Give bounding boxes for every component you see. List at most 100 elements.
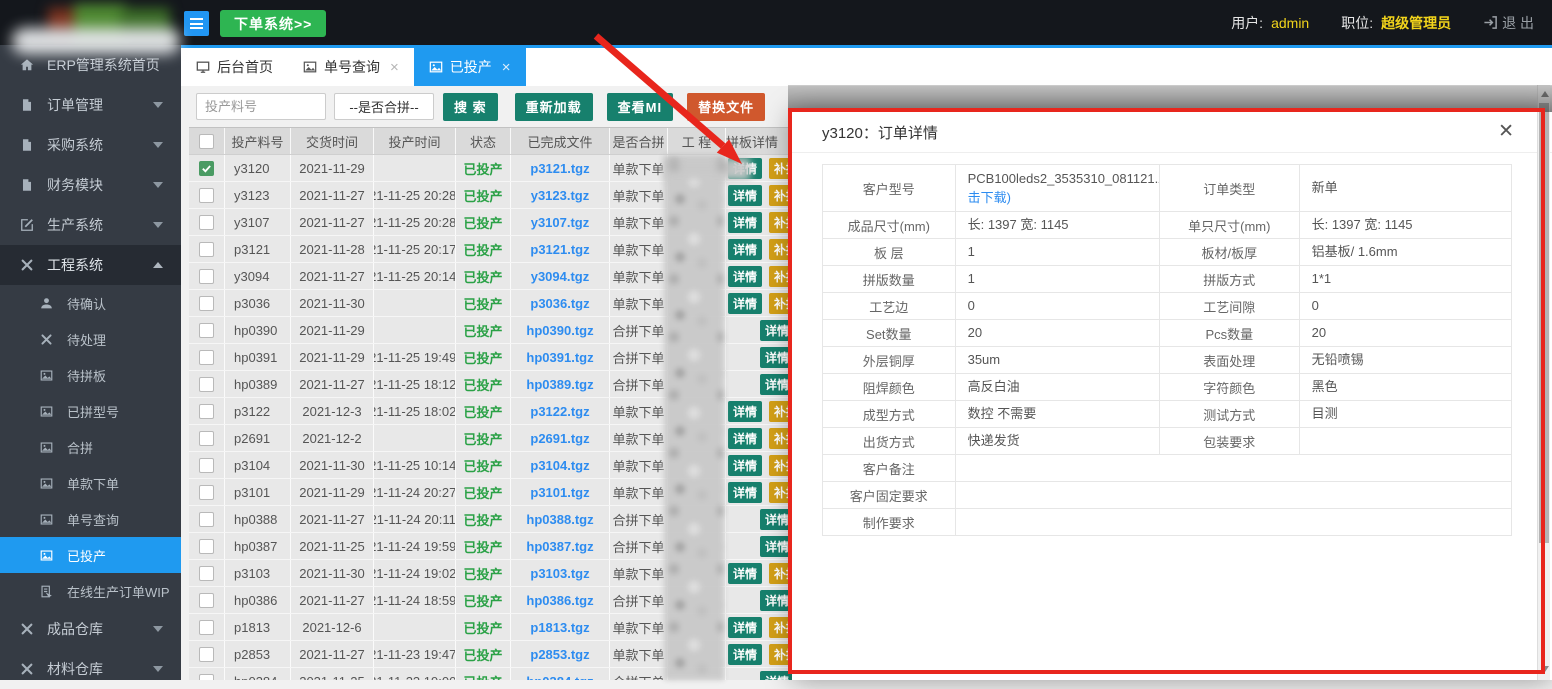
sidebar-item-in-production[interactable]: 已投产 [0, 537, 181, 573]
file-download-link[interactable]: p3101.tgz [530, 485, 589, 500]
file-download-link[interactable]: p3036.tgz [530, 296, 589, 311]
file-download-link[interactable]: y3107.tgz [531, 215, 590, 230]
sidebar-item-combine[interactable]: 合拼 [0, 429, 181, 465]
file-download-link[interactable]: hp0387.tgz [526, 539, 593, 554]
file-download-link[interactable]: p2691.tgz [530, 431, 589, 446]
row-checkbox[interactable] [199, 485, 214, 500]
sidebar-item-product-warehouse[interactable]: 成品仓库 [0, 609, 181, 649]
row-checkbox[interactable] [199, 296, 214, 311]
file-download-link[interactable]: hp0384.tgz [526, 674, 593, 681]
detail-button[interactable]: 详情 [728, 293, 762, 314]
row-checkbox[interactable] [199, 593, 214, 608]
sidebar-item-pending-confirm[interactable]: 待确认 [0, 285, 181, 321]
detail-button[interactable]: 详情 [728, 185, 762, 206]
row-checkbox[interactable] [199, 215, 214, 230]
tab-in-production[interactable]: 已投产× [414, 48, 526, 86]
detail-button[interactable]: 详情 [728, 266, 762, 287]
row-checkbox[interactable] [199, 458, 214, 473]
sidebar-item-erp-home[interactable]: ERP管理系统首页 [0, 45, 181, 85]
tab-order-query[interactable]: 单号查询× [288, 48, 414, 86]
view-mi-button[interactable]: 查看MI [607, 93, 673, 121]
file-download-link[interactable]: hp0390.tgz [526, 323, 593, 338]
menu-toggle-button[interactable] [184, 11, 209, 36]
close-icon[interactable]: ✕ [1498, 122, 1514, 141]
scroll-down-arrow[interactable] [1538, 662, 1551, 676]
vertical-scrollbar[interactable] [1537, 85, 1550, 680]
sidebar-item-production[interactable]: 生产系统 [0, 205, 181, 245]
detail-button[interactable]: 详情 [760, 590, 794, 611]
row-checkbox[interactable] [199, 350, 214, 365]
search-button[interactable]: 搜 索 [443, 93, 498, 121]
table-row: hp03862021-11-272021-11-24 18:59:42已投产hp… [189, 587, 856, 614]
row-checkbox[interactable] [199, 404, 214, 419]
file-download-link[interactable]: p3104.tgz [530, 458, 589, 473]
scrollbar-thumb[interactable] [1539, 103, 1549, 543]
sidebar-item-order-query[interactable]: 单号查询 [0, 501, 181, 537]
sidebar-item-material-warehouse[interactable]: 材料仓库 [0, 649, 181, 689]
tab-home[interactable]: 后台首页 [181, 48, 288, 86]
file-download-link[interactable]: hp0388.tgz [526, 512, 593, 527]
replace-file-button[interactable]: 替换文件 [687, 93, 765, 121]
detail-button[interactable]: 详情 [760, 374, 794, 395]
production-table: 投产料号交货时间投产时间状态已完成文件是否合拼工 程拼板详情y31202021-… [189, 127, 856, 680]
detail-button[interactable]: 详情 [760, 320, 794, 341]
row-checkbox[interactable] [199, 188, 214, 203]
file-download-link[interactable]: y3094.tgz [531, 269, 590, 284]
file-download-link[interactable]: p3122.tgz [530, 404, 589, 419]
download-link[interactable]: (点击下载) [968, 171, 1160, 205]
row-checkbox[interactable] [199, 620, 214, 635]
sidebar-item-order-mgmt[interactable]: 订单管理 [0, 85, 181, 125]
order-system-button[interactable]: 下单系统>> [220, 10, 326, 37]
file-download-link[interactable]: p3103.tgz [530, 566, 589, 581]
row-checkbox[interactable] [199, 647, 214, 662]
sidebar-item-single-order[interactable]: 单款下单 [0, 465, 181, 501]
sidebar-item-purchase[interactable]: 采购系统 [0, 125, 181, 165]
row-checkbox[interactable] [199, 323, 214, 338]
detail-button[interactable]: 详情 [728, 455, 762, 476]
detail-button[interactable]: 详情 [728, 401, 762, 422]
detail-button[interactable]: 详情 [728, 617, 762, 638]
file-download-link[interactable]: p2853.tgz [530, 647, 589, 662]
detail-button[interactable]: 详情 [760, 509, 794, 530]
row-checkbox[interactable] [199, 269, 214, 284]
row-delivery-date: 2021-11-29 [291, 317, 374, 343]
file-download-link[interactable]: p3121.tgz [530, 242, 589, 257]
detail-button[interactable]: 详情 [760, 536, 794, 557]
detail-button[interactable]: 详情 [728, 563, 762, 584]
row-checkbox[interactable] [199, 566, 214, 581]
sidebar-item-engineering[interactable]: 工程系统 [0, 245, 181, 285]
tab-close-icon[interactable]: × [502, 59, 511, 76]
detail-button[interactable]: 详情 [760, 671, 794, 681]
detail-button[interactable]: 详情 [728, 239, 762, 260]
sidebar-item-paneled-models[interactable]: 已拼型号 [0, 393, 181, 429]
select-all-checkbox[interactable] [199, 134, 214, 149]
sidebar-item-pending-process[interactable]: 待处理 [0, 321, 181, 357]
row-checkbox[interactable] [199, 674, 214, 681]
file-download-link[interactable]: hp0391.tgz [526, 350, 593, 365]
row-checkbox[interactable] [199, 242, 214, 257]
table-row: p31042021-11-302021-11-25 10:14:40已投产p31… [189, 452, 856, 479]
detail-button[interactable]: 详情 [728, 428, 762, 449]
logout-button[interactable]: 退 出 [1483, 13, 1534, 33]
row-checkbox[interactable] [199, 161, 214, 176]
row-checkbox[interactable] [199, 539, 214, 554]
merge-filter-select[interactable]: --是否合拼-- [334, 93, 434, 120]
sidebar-item-pending-panel[interactable]: 待拼板 [0, 357, 181, 393]
reload-button[interactable]: 重新加载 [515, 93, 593, 121]
file-download-link[interactable]: hp0386.tgz [526, 593, 593, 608]
search-input[interactable] [196, 93, 326, 120]
detail-button[interactable]: 详情 [728, 482, 762, 503]
file-download-link[interactable]: p3121.tgz [530, 161, 589, 176]
file-download-link[interactable]: hp0389.tgz [526, 377, 593, 392]
detail-button[interactable]: 详情 [760, 347, 794, 368]
detail-button[interactable]: 详情 [728, 644, 762, 665]
row-checkbox[interactable] [199, 377, 214, 392]
file-download-link[interactable]: p1813.tgz [530, 620, 589, 635]
row-checkbox[interactable] [199, 431, 214, 446]
detail-button[interactable]: 详情 [728, 212, 762, 233]
sidebar-item-finance[interactable]: 财务模块 [0, 165, 181, 205]
file-download-link[interactable]: y3123.tgz [531, 188, 590, 203]
row-checkbox[interactable] [199, 512, 214, 527]
tab-close-icon[interactable]: × [390, 59, 399, 76]
sidebar-item-wip[interactable]: 在线生产订单WIP [0, 573, 181, 609]
